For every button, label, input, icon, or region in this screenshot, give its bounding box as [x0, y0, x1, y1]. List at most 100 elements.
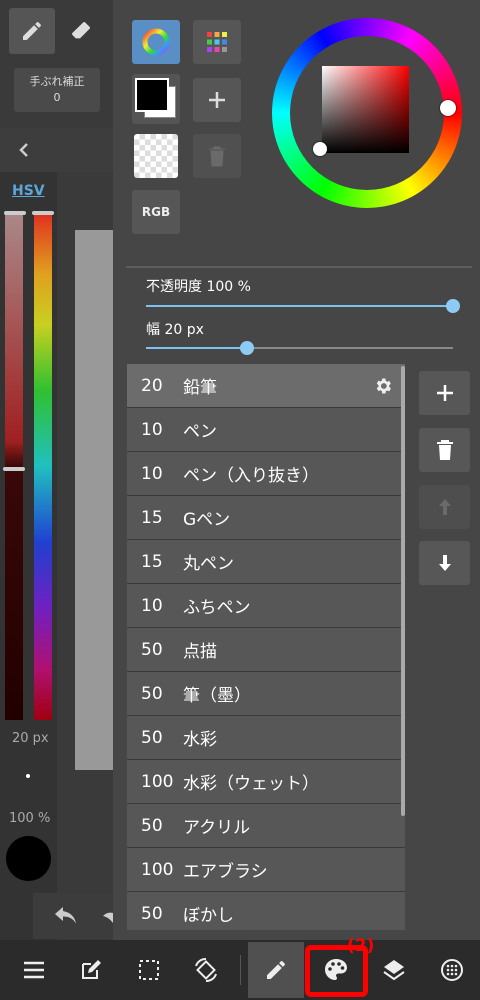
- current-color-swatch[interactable]: [6, 836, 51, 881]
- hsv-mode-link[interactable]: HSV: [12, 183, 45, 199]
- brush-list-item[interactable]: 15 Gペン: [127, 496, 405, 540]
- rotate-view-button[interactable]: [178, 942, 234, 998]
- brush-name: 筆（墨）: [183, 686, 251, 706]
- brush-size: 20: [141, 375, 163, 396]
- palette-grid-icon: [207, 32, 227, 52]
- pencil-icon: [23, 21, 42, 40]
- annotation-label: (2): [347, 936, 375, 956]
- selection-button[interactable]: [121, 942, 177, 998]
- sv-picker-handle[interactable]: [313, 142, 327, 156]
- rgb-mode-button[interactable]: RGB: [132, 190, 180, 234]
- opacity-slider-knob[interactable]: [446, 299, 460, 313]
- add-color-button[interactable]: [193, 78, 241, 122]
- chevron-left-icon: [19, 143, 28, 157]
- canvas-area[interactable]: [75, 230, 113, 770]
- delete-color-button: [193, 134, 241, 178]
- brush-size: 50: [141, 683, 163, 704]
- brush-list-item[interactable]: 50 筆（墨）: [127, 672, 405, 716]
- edit-button[interactable]: [63, 942, 119, 998]
- arrow-up-icon: [438, 499, 451, 515]
- transparent-color-button[interactable]: [134, 134, 178, 178]
- edit-square-icon: [82, 960, 101, 979]
- brush-list-scrollbar[interactable]: [401, 366, 405, 816]
- brush-list-item[interactable]: 10 ペン（入り抜き）: [127, 452, 405, 496]
- arrow-down-icon: [438, 555, 451, 571]
- brush-name: ペン: [183, 422, 217, 442]
- selection-icon: [139, 960, 159, 980]
- saturation-value-square[interactable]: [322, 66, 409, 153]
- brush-size: 50: [141, 639, 163, 660]
- brush-list-item[interactable]: 50 水彩: [127, 716, 405, 760]
- width-slider-fill: [146, 347, 248, 349]
- color-wheel-mode-button[interactable]: [132, 20, 180, 64]
- add-brush-button[interactable]: [419, 371, 470, 415]
- brush-size-readout: 20 px: [12, 731, 49, 746]
- hue-slider-handle[interactable]: [32, 211, 54, 215]
- materials-grid-icon: [441, 959, 463, 981]
- brush-name: アクリル: [183, 818, 251, 838]
- color-wheel-icon: [142, 28, 170, 56]
- sv-slider-handle[interactable]: [3, 467, 25, 471]
- brush-name: 水彩（ウェット）: [183, 774, 319, 794]
- brush-list-item[interactable]: 50 アクリル: [127, 804, 405, 848]
- undo-redo-bar: [33, 893, 113, 939]
- sv-slider-top-cap: [4, 211, 26, 215]
- materials-button[interactable]: [424, 942, 480, 998]
- brush-size: 10: [141, 419, 163, 440]
- brush-name: 水彩: [183, 730, 217, 750]
- brush-name: 丸ペン: [183, 554, 234, 574]
- stabilizer-value: 0: [53, 91, 61, 104]
- brush-size: 10: [141, 463, 163, 484]
- undo-icon[interactable]: [53, 907, 79, 927]
- pencil-tool-button[interactable]: [9, 8, 55, 54]
- redo-icon[interactable]: [103, 907, 113, 927]
- brush-name: 点描: [183, 642, 217, 662]
- foreground-color-swatch[interactable]: [135, 78, 169, 112]
- width-label: 幅 20 px: [146, 322, 204, 338]
- stabilizer-button[interactable]: 手ぶれ補正 0: [14, 68, 100, 112]
- brush-size: 50: [141, 815, 163, 836]
- brush-size: 50: [141, 903, 163, 924]
- brush-name: 鉛筆: [183, 378, 217, 398]
- brush-size-preview: [26, 774, 30, 778]
- opacity-label: 不透明度 100 %: [146, 279, 251, 295]
- opacity-slider-fill: [146, 305, 453, 307]
- brush-list-item[interactable]: 50 点描: [127, 628, 405, 672]
- brush-size: 15: [141, 507, 163, 528]
- brush-size: 100: [141, 771, 174, 792]
- stabilizer-label: 手ぶれ補正: [29, 75, 85, 88]
- foreground-background-swatch[interactable]: [132, 74, 180, 124]
- brush-list-item[interactable]: 50 ぼかし: [127, 892, 405, 930]
- toolbar-divider: [240, 955, 241, 985]
- brush-settings-gear-icon[interactable]: [373, 376, 393, 396]
- brush-size: 15: [141, 551, 163, 572]
- brush-list-item[interactable]: 100 水彩（ウェット）: [127, 760, 405, 804]
- brush-list: 20 鉛筆 10 ペン 10 ペン（入り抜き） 15 Gペン 15 丸ペン 10 ふちペン 50 点描 50…: [127, 364, 405, 930]
- hue-picker-handle[interactable]: [440, 100, 456, 116]
- brush-list-item[interactable]: 10 ふちペン: [127, 584, 405, 628]
- delete-brush-button[interactable]: [419, 428, 470, 472]
- move-brush-down-button[interactable]: [419, 541, 470, 585]
- brush-panel-button[interactable]: [248, 942, 304, 998]
- layers-icon: [383, 960, 405, 981]
- brush-opacity-readout: 100 %: [9, 811, 51, 826]
- brush-name: Gペン: [183, 510, 231, 530]
- move-brush-up-button: [419, 485, 470, 529]
- brush-list-item[interactable]: 10 ペン: [127, 408, 405, 452]
- pencil-icon: [267, 960, 286, 979]
- hue-slider[interactable]: [34, 213, 52, 720]
- brush-list-item[interactable]: 100 エアブラシ: [127, 848, 405, 892]
- hamburger-menu-icon: [24, 961, 44, 979]
- collapse-panel-button[interactable]: [0, 128, 113, 172]
- palette-grid-button[interactable]: [193, 20, 241, 64]
- brush-size: 10: [141, 595, 163, 616]
- menu-button[interactable]: [6, 942, 62, 998]
- layers-button[interactable]: [366, 942, 422, 998]
- brush-list-item[interactable]: 15 丸ペン: [127, 540, 405, 584]
- brush-size: 50: [141, 727, 163, 748]
- brush-name: エアブラシ: [183, 862, 268, 882]
- brush-name: ペン（入り抜き）: [183, 466, 319, 486]
- eraser-tool-button[interactable]: [58, 8, 104, 54]
- brush-list-item[interactable]: 20 鉛筆: [127, 364, 405, 408]
- plus-icon: [209, 92, 225, 108]
